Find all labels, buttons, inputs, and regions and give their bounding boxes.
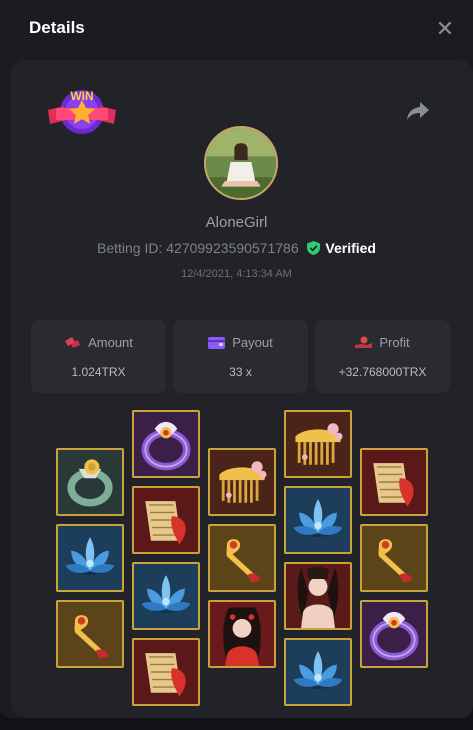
modal-title: Details [29,18,85,37]
payout-value: 33 x [229,365,252,379]
payout-card: Payout 33 x [173,320,308,393]
win-text: WIN [70,89,93,103]
bet-timestamp: 12/4/2021, 4:13:34 AM [181,268,292,280]
slot-symbol-gold-hairpin [360,524,428,592]
chips-icon [65,337,81,348]
amount-value: 1.024TRX [71,365,126,379]
betting-id-value: 427099235905717​86 [166,240,299,256]
slot-symbol-blue-lotus [284,486,352,554]
payout-label: Payout [232,335,273,350]
slot-symbol-red-lady [208,600,276,668]
slot-symbol-blue-lotus [284,638,352,706]
verified-label: Verified [325,240,376,256]
slot-symbol-gold-hairpin [208,524,276,592]
slot-symbol-gold-comb [208,448,276,516]
wallet-icon [208,337,226,349]
slot-symbol-jade-ring [56,448,124,516]
username: AloneGirl [205,214,268,231]
slot-symbol-gold-hairpin [56,600,124,668]
details-modal: Details ✕ WIN AloneGirl Betting ID: 4270… [0,0,473,718]
betting-id-label: Betting ID: [96,240,163,256]
profit-label: Profit [379,335,410,350]
shield-check-icon [306,241,320,255]
slot-symbol-gold-comb [284,410,352,478]
slot-symbol-purple-ring [360,600,428,668]
slot-symbol-blue-lotus [56,524,124,592]
modal-header: Details ✕ [0,0,473,56]
slot-symbol-pale-lady [284,562,352,630]
slot-symbol-guzheng [132,486,200,554]
win-badge: WIN [46,86,118,138]
betting-id-row: Betting ID: 427099235905717​86 Verified [0,240,473,256]
slot-symbol-purple-ring [132,410,200,478]
avatar [204,126,278,200]
slot-symbol-blue-lotus [132,562,200,630]
profit-value: +32.768000TRX [338,365,427,379]
profit-hand-icon [355,336,373,348]
share-icon[interactable] [406,100,430,122]
amount-label: Amount [88,335,133,350]
close-icon[interactable]: ✕ [432,16,458,42]
slot-symbol-guzheng [132,638,200,706]
amount-card: Amount 1.024TRX [31,320,166,393]
profit-card: Profit +32.768000TRX [315,320,450,393]
slot-symbol-guzheng [360,448,428,516]
